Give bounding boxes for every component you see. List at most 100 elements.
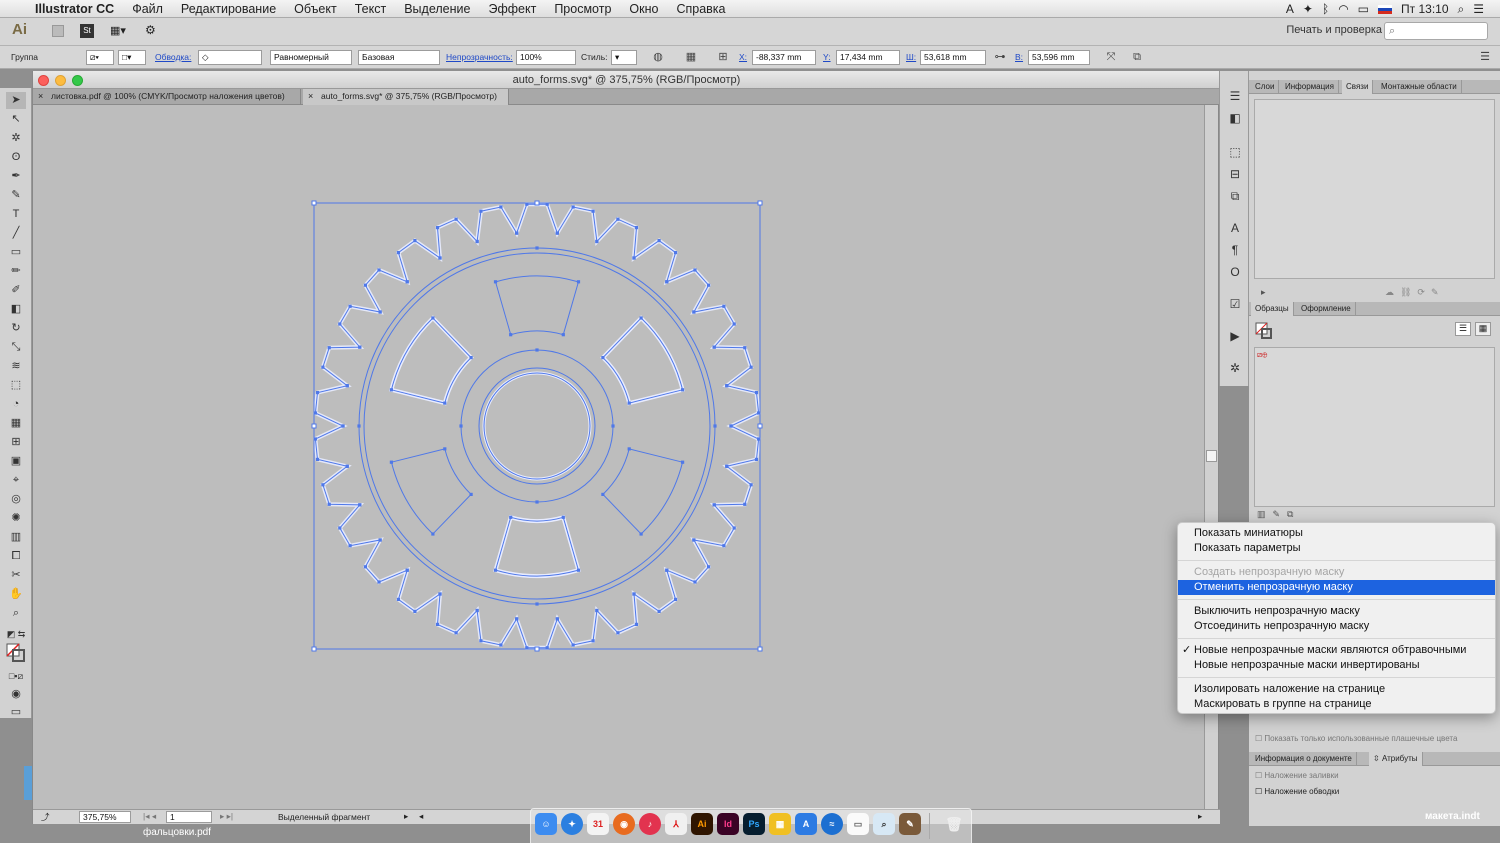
drawing-mode-icon[interactable]: ◉ bbox=[6, 686, 26, 703]
menu-item[interactable]: Показать параметры bbox=[1178, 541, 1495, 556]
zoom-window-button[interactable] bbox=[72, 75, 83, 86]
paragraph-panel-icon[interactable]: ¶ bbox=[1226, 241, 1244, 259]
height-field[interactable]: 53,596 mm bbox=[1028, 50, 1090, 65]
finder-icon[interactable]: ☺ bbox=[535, 813, 557, 835]
menu-item[interactable]: Новые непрозрачные маски инвертированы bbox=[1178, 658, 1495, 673]
close-tab-icon[interactable]: × bbox=[38, 89, 43, 104]
mail-transfer-icon[interactable]: ≈ bbox=[821, 813, 843, 835]
transform-panel-icon[interactable]: ⬚ bbox=[1226, 143, 1244, 161]
artboard-nav-icon[interactable]: ⤴ bbox=[41, 811, 50, 823]
close-window-button[interactable] bbox=[38, 75, 49, 86]
scale-tool-icon[interactable]: ⤡ bbox=[6, 339, 26, 356]
check-panel-icon[interactable]: ☑ bbox=[1226, 295, 1244, 313]
firefox-icon[interactable]: ◉ bbox=[613, 813, 635, 835]
trash-icon[interactable]: 🗑 bbox=[943, 813, 965, 835]
direct-selection-tool-icon[interactable]: ↖ bbox=[6, 111, 26, 128]
bluetooth-icon[interactable]: ᛒ bbox=[1322, 2, 1329, 16]
scroll-right-icon[interactable]: ▸ bbox=[1198, 811, 1202, 822]
menu-object[interactable]: Объект bbox=[285, 0, 346, 18]
perspective-grid-tool-icon[interactable]: ▦ bbox=[6, 415, 26, 432]
minimize-window-button[interactable] bbox=[55, 75, 66, 86]
tab-auto-forms-svg[interactable]: × auto_forms.svg* @ 375,75% (RGB/Просмотр… bbox=[303, 89, 509, 105]
wifi-icon[interactable]: ◠ bbox=[1338, 2, 1348, 16]
paintbrush-tool-icon[interactable]: ✏ bbox=[6, 263, 26, 280]
pen-tool-icon[interactable]: ✒ bbox=[6, 168, 26, 185]
actions-panel-icon[interactable]: ▶ bbox=[1226, 327, 1244, 345]
blend-tool-icon[interactable]: ◎ bbox=[6, 491, 26, 508]
itunes-icon[interactable]: ♪ bbox=[639, 813, 661, 835]
gear-artwork[interactable] bbox=[33, 105, 1205, 809]
launcher-icon[interactable]: ▦ bbox=[769, 813, 791, 835]
zoom-level-field[interactable]: 375,75% bbox=[79, 811, 131, 823]
menu-text[interactable]: Текст bbox=[346, 0, 395, 18]
tab-layers[interactable]: Слои bbox=[1251, 80, 1280, 94]
acrobat-icon[interactable]: ⅄ bbox=[665, 813, 687, 835]
list-view-icon[interactable]: ☰ bbox=[1455, 322, 1471, 336]
x-label[interactable]: X: bbox=[739, 52, 747, 62]
type-tool-icon[interactable]: T bbox=[6, 206, 26, 223]
align-panel-icon[interactable]: ⊟ bbox=[1226, 165, 1244, 183]
screen-mode-icon[interactable]: ▭ bbox=[6, 704, 26, 721]
battery-icon[interactable]: ▭ bbox=[1358, 2, 1369, 16]
adobe-icon[interactable]: A bbox=[1286, 2, 1294, 16]
menu-item[interactable]: Изолировать наложение на странице bbox=[1178, 682, 1495, 697]
height-label[interactable]: В: bbox=[1015, 52, 1023, 62]
tab-swatches[interactable]: Образцы bbox=[1251, 302, 1294, 316]
indesign-dock-icon[interactable]: Id bbox=[717, 813, 739, 835]
notification-center-icon[interactable]: ☰ bbox=[1473, 2, 1484, 16]
width-label[interactable]: Ш: bbox=[906, 52, 916, 62]
symbols-panel-icon[interactable]: ✲ bbox=[1226, 359, 1244, 377]
warp-tool-icon[interactable]: ≋ bbox=[6, 358, 26, 375]
photoshop-dock-icon[interactable]: Ps bbox=[743, 813, 765, 835]
illustrator-dock-icon[interactable]: Ai bbox=[691, 813, 713, 835]
next-artboard-icon[interactable]: ▸ ▸| bbox=[220, 811, 233, 822]
input-language-icon[interactable] bbox=[1378, 4, 1393, 14]
magic-wand-tool-icon[interactable]: ✲ bbox=[6, 130, 26, 147]
desktop-file-pdf[interactable]: фальцовки.pdf bbox=[143, 827, 211, 838]
menu-panel-icon[interactable]: ☰ bbox=[1226, 87, 1244, 105]
column-graph-tool-icon[interactable]: ▥ bbox=[6, 529, 26, 546]
y-label[interactable]: Y: bbox=[823, 52, 831, 62]
app-store-icon[interactable]: A bbox=[795, 813, 817, 835]
rotate-tool-icon[interactable]: ↻ bbox=[6, 320, 26, 337]
safari-icon[interactable]: ✦ bbox=[561, 813, 583, 835]
menu-edit[interactable]: Редактирование bbox=[172, 0, 285, 18]
menu-effect[interactable]: Эффект bbox=[479, 0, 545, 18]
eraser-tool-icon[interactable]: ◧ bbox=[6, 301, 26, 318]
dropbox-icon[interactable]: ✦ bbox=[1303, 2, 1313, 16]
tab-leaflet-pdf[interactable]: × листовка.pdf @ 100% (CMYK/Просмотр нало… bbox=[33, 89, 301, 105]
stock-icon[interactable]: St bbox=[80, 24, 94, 38]
fill-swatch[interactable]: ⧄▾ bbox=[86, 50, 114, 65]
constrain-proportions-icon[interactable]: ⊶ bbox=[993, 50, 1007, 64]
menu-help[interactable]: Справка bbox=[667, 0, 734, 18]
links-list[interactable] bbox=[1254, 99, 1495, 279]
menu-view[interactable]: Просмотр bbox=[545, 0, 620, 18]
tab-links[interactable]: Связи bbox=[1342, 80, 1374, 94]
menu-item[interactable]: Показать миниатюры bbox=[1178, 526, 1495, 541]
arrange-documents-icon[interactable]: ▦▾ bbox=[110, 24, 132, 38]
curvature-tool-icon[interactable]: ✎ bbox=[6, 187, 26, 204]
color-mode-icon[interactable]: □▪⧄ bbox=[6, 668, 26, 685]
calendar-icon[interactable]: 31 bbox=[587, 813, 609, 835]
selection-tool-icon[interactable]: ➤ bbox=[6, 92, 26, 109]
lasso-tool-icon[interactable]: ʘ bbox=[6, 149, 26, 166]
artboard-number-field[interactable]: 1 bbox=[166, 811, 212, 823]
opacity-panel-link[interactable]: Непрозрачность: bbox=[446, 52, 513, 62]
tab-appearance[interactable]: Оформление bbox=[1297, 302, 1356, 316]
x-position-field[interactable]: -88,337 mm bbox=[752, 50, 816, 65]
scroll-left-icon[interactable]: ◂ bbox=[419, 811, 423, 822]
opentype-panel-icon[interactable]: O bbox=[1226, 263, 1244, 281]
stroke-swatch[interactable]: □▾ bbox=[118, 50, 146, 65]
artboard-tool-icon[interactable]: ⧠ bbox=[6, 548, 26, 565]
width-field[interactable]: 53,618 mm bbox=[920, 50, 986, 65]
gradient-tool-icon[interactable]: ▣ bbox=[6, 453, 26, 470]
opacity-field[interactable]: 100% bbox=[516, 50, 576, 65]
menu-item[interactable]: Отсоединить непрозрачную маску bbox=[1178, 619, 1495, 634]
brush-definition[interactable]: Базовая bbox=[358, 50, 440, 65]
graphic-style-picker[interactable]: ▾ bbox=[611, 50, 637, 65]
gradient-panel-icon[interactable]: ◧ bbox=[1226, 109, 1244, 127]
eyedropper-tool-icon[interactable]: ⌖ bbox=[6, 472, 26, 489]
line-tool-icon[interactable]: ╱ bbox=[6, 225, 26, 242]
gpu-performance-icon[interactable]: ⚙ bbox=[145, 23, 156, 37]
isolate-group-icon[interactable]: ⧉ bbox=[1130, 50, 1144, 64]
